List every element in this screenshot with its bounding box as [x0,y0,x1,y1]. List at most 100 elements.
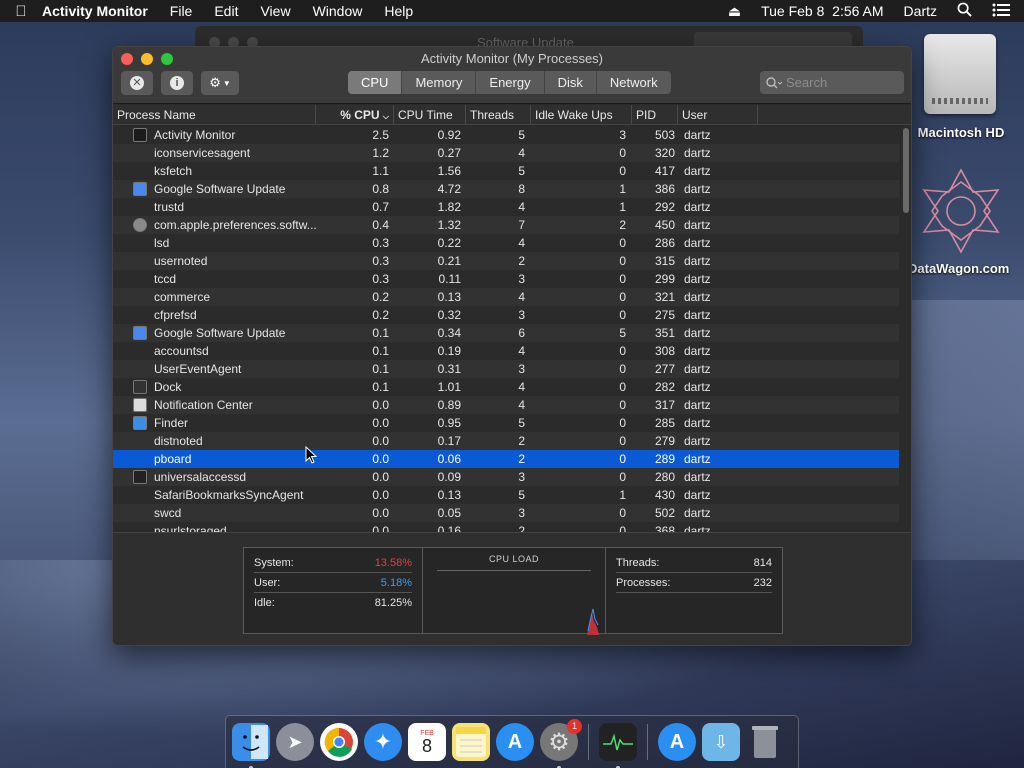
dock-chrome-icon[interactable] [320,723,358,761]
quit-process-button[interactable]: ✕ [121,71,153,95]
dock-activity-monitor-icon[interactable] [599,723,637,768]
column-user[interactable]: User [678,105,758,124]
dock-finder-icon[interactable] [232,723,270,768]
cpu-cell: 2.5 [372,128,389,142]
menu-window[interactable]: Window [313,3,363,19]
menu-view[interactable]: View [260,3,290,19]
table-scrollbar[interactable] [901,126,911,532]
table-row[interactable]: commerce 0.2 0.13 4 0 321 dartz [113,288,899,306]
dock-gear-icon[interactable]: ⚙ 1 [540,719,582,768]
notification-center-list-icon[interactable] [992,3,1010,20]
tab-cpu[interactable]: CPU [348,71,403,94]
table-row[interactable]: iconservicesagent 1.2 0.27 4 0 320 dartz [113,144,899,162]
dock-app-store-icon[interactable]: A [496,723,534,761]
cpu-cell: 0.1 [372,380,389,394]
threads-cell: 4 [518,398,525,412]
action-menu-button[interactable]: ⚙ ▼ [201,71,239,95]
table-row[interactable]: universalaccessd 0.0 0.09 3 0 280 dartz [113,468,899,486]
menubar-app-name[interactable]: Activity Monitor [42,3,148,19]
threads-value: 814 [753,557,772,569]
datawagon-label[interactable]: DataWagon.com [908,261,1024,276]
table-row[interactable]: cfprefsd 0.2 0.32 3 0 275 dartz [113,306,899,324]
finder-icon [133,416,147,430]
process-name-cell: Google Software Update [113,324,316,342]
column-cpu-time[interactable]: CPU Time [394,105,466,124]
tab-network[interactable]: Network [597,71,671,94]
menubar-user[interactable]: Dartz [904,3,937,19]
menu-file[interactable]: File [170,3,193,19]
table-row[interactable]: UserEventAgent 0.1 0.31 3 0 277 dartz [113,360,899,378]
tab-disk[interactable]: Disk [545,71,597,94]
table-row[interactable]: Finder 0.0 0.95 5 0 285 dartz [113,414,899,432]
table-row[interactable]: trustd 0.7 1.82 4 1 292 dartz [113,198,899,216]
search-input[interactable] [786,75,896,90]
table-row[interactable]: pboard 0.0 0.06 2 0 289 dartz [113,450,899,468]
threads-cell: 4 [518,344,525,358]
table-row[interactable]: swcd 0.0 0.05 3 0 502 dartz [113,504,899,522]
dock-notes-icon[interactable] [452,723,490,761]
dock-compass-icon[interactable]: ✦ [364,723,402,761]
macintosh-hd-icon[interactable] [924,34,996,114]
table-row[interactable]: Dock 0.1 1.01 4 0 282 dartz [113,378,899,396]
column-idle-wake-ups[interactable]: Idle Wake Ups [531,105,632,124]
search-field[interactable] [760,71,904,94]
process-name-cell: tccd [113,270,316,288]
user-value: 5.18% [380,577,412,589]
inspect-process-button[interactable]: i [161,71,193,95]
menu-edit[interactable]: Edit [214,3,238,19]
pid-cell: 299 [654,272,675,286]
dock-folder-icon[interactable]: ⇩ [702,723,740,761]
threads-cell: 2 [518,254,525,268]
process-name: Dock [154,380,182,394]
pid-cell: 315 [654,254,675,268]
dock-trash-icon[interactable] [746,723,784,761]
column-cpu[interactable]: % CPU ⌵ [316,105,394,124]
table-row[interactable]: accountsd 0.1 0.19 4 0 308 dartz [113,342,899,360]
calendar-day: 8 [421,735,432,756]
table-row[interactable]: Google Software Update 0.1 0.34 6 5 351 dartz [113,324,899,342]
table-row[interactable]: usernoted 0.3 0.21 2 0 315 dartz [113,252,899,270]
table-row[interactable]: SafariBookmarksSyncAgent 0.0 0.13 5 1 430 dart… [113,486,899,504]
menu-help[interactable]: Help [384,3,413,19]
cpu-cell: 0.0 [372,488,389,502]
pid-cell: 502 [654,506,675,520]
idle-wake-ups-cell: 0 [619,452,626,466]
dock-app-store-icon[interactable]: A [658,723,696,761]
table-row[interactable]: Notification Center 0.0 0.89 4 0 317 dartz [113,396,899,414]
idle-wake-ups-cell: 0 [619,380,626,394]
cpu-time-cell: 1.82 [437,200,461,214]
idle-wake-ups-cell: 0 [619,524,626,532]
apple-menu-icon[interactable]:  [0,3,42,20]
table-row[interactable]: lsd 0.3 0.22 4 0 286 dartz [113,234,899,252]
table-row[interactable]: nsurlstoraged 0.0 0.16 2 0 368 dartz [113,522,899,532]
tab-memory[interactable]: Memory [402,71,477,94]
table-row[interactable]: tccd 0.3 0.11 3 0 299 dartz [113,270,899,288]
pid-cell: 351 [654,326,675,340]
process-name: UserEventAgent [154,362,242,376]
column-pid[interactable]: PID [632,105,678,124]
table-row[interactable]: Google Software Update 0.8 4.72 8 1 386 dartz [113,180,899,198]
spotlight-search-icon[interactable] [957,2,972,20]
stop-icon: ✕ [130,76,144,90]
table-row[interactable]: ksfetch 1.1 1.56 5 0 417 dartz [113,162,899,180]
dock-calendar-icon[interactable]: FEB 8 [408,723,446,761]
process-name-cell: cfprefsd [113,306,316,324]
datawagon-logo-icon[interactable] [918,168,1004,254]
user-cell: dartz [684,182,711,196]
tab-energy[interactable]: Energy [476,71,545,94]
column-threads[interactable]: Threads [466,105,531,124]
eject-icon[interactable]: ⏏ [728,3,741,20]
table-row[interactable]: com.apple.preferences.softw... 0.4 1.32 7 2 4… [113,216,899,234]
cpu-time-cell: 0.27 [437,146,461,160]
table-row[interactable]: Activity Monitor 2.5 0.92 5 3 503 dartz [113,126,899,144]
macintosh-hd-label[interactable]: Macintosh HD [906,125,1016,140]
menubar-clock[interactable]: Tue Feb 8 2:56 AM [761,3,883,19]
scrollbar-thumb[interactable] [903,128,909,213]
column-process-name[interactable]: Process Name [113,105,316,124]
dock-rocket-icon[interactable]: ➤ [276,723,314,761]
table-row[interactable]: distnoted 0.0 0.17 2 0 279 dartz [113,432,899,450]
cpu-cell: 0.2 [372,290,389,304]
process-name-cell: usernoted [113,252,316,270]
process-name: iconservicesagent [154,146,251,160]
pid-cell: 321 [654,290,675,304]
